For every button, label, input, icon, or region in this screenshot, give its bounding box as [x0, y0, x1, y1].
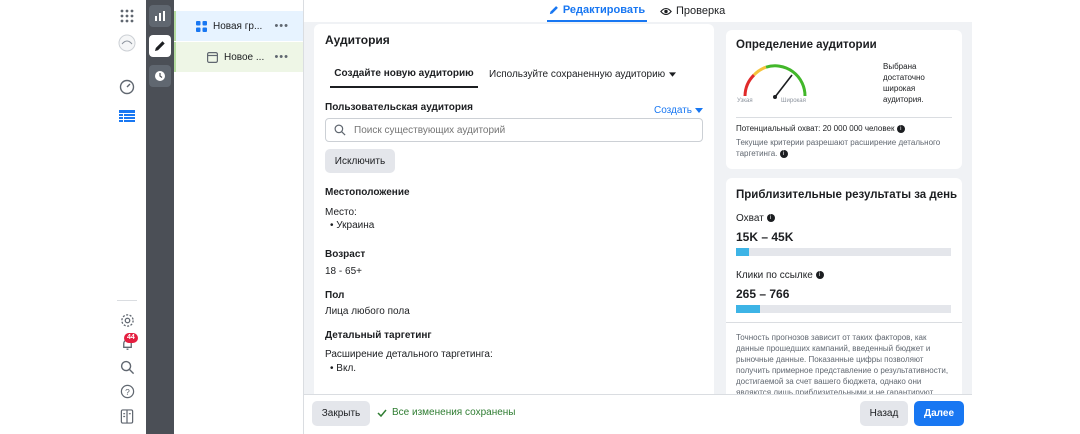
tree-item-ad[interactable]: Новое ... ••• [174, 42, 303, 72]
ad-document-icon [207, 51, 218, 63]
info-icon[interactable]: i [766, 214, 775, 223]
targeting-value: Вкл. [336, 363, 357, 374]
tree-item-label: Новая гр... [213, 20, 263, 32]
gauge-narrow-label: Узкая [737, 98, 753, 104]
create-audience-dropdown[interactable]: Создать [654, 105, 704, 116]
notifications-badge: 44 [124, 333, 138, 343]
more-options-icon[interactable]: ••• [274, 51, 289, 63]
clicks-progress-bar [736, 305, 951, 313]
svg-text:?: ? [125, 386, 130, 396]
report-problem-icon[interactable] [117, 406, 137, 426]
tab-saved-audience[interactable]: Используйте сохраненную аудиторию [489, 60, 677, 88]
tool-column [146, 0, 174, 434]
campaign-tree-panel: Новая гр... ••• Новое ... ••• [174, 0, 304, 434]
settings-gear-icon[interactable] [117, 310, 137, 330]
caret-down-icon [669, 71, 677, 77]
potential-reach-text: Потенциальный охват: 20 000 000 человек [736, 124, 895, 133]
search-icon[interactable] [117, 357, 137, 377]
clicks-label-row: Клики по ссылке i [736, 270, 824, 281]
reach-progress-fill [736, 248, 749, 256]
caret-down-icon [695, 108, 704, 113]
info-icon[interactable]: i [779, 149, 788, 158]
clicks-progress-fill [736, 305, 760, 313]
targeting-label: Расширение детального таргетинга: [325, 349, 493, 360]
ads-manager-table-icon[interactable] [117, 107, 137, 127]
info-icon[interactable]: i [896, 124, 905, 133]
more-options-icon[interactable]: ••• [274, 20, 289, 32]
targeting-heading: Детальный таргетинг [325, 330, 432, 341]
search-icon [334, 124, 346, 136]
audience-search-input[interactable] [354, 124, 684, 136]
age-value: 18 - 65+ [325, 266, 362, 277]
gauge-description: Выбрана достаточно широкая аудитория. [883, 62, 925, 104]
audience-size-gauge-icon [743, 64, 807, 99]
custom-audience-label: Пользовательская аудитория [325, 102, 473, 113]
potential-reach: Потенциальный охват: 20 000 000 человек … [736, 123, 905, 134]
tab-review-label: Проверка [676, 5, 726, 17]
exclude-button[interactable]: Исключить [325, 149, 395, 173]
criteria-note-text: Текущие критерии разрешают расширение де… [736, 138, 941, 158]
location-bullet: • Украина [330, 220, 375, 231]
saved-status-text: Все изменения сохранены [392, 407, 516, 418]
estimates-divider [726, 322, 962, 323]
criteria-note: Текущие критерии разрешают расширение де… [736, 137, 951, 159]
adset-grid-icon [196, 20, 207, 32]
clicks-label: Клики по ссылке [736, 270, 813, 281]
next-button[interactable]: Далее [914, 401, 964, 426]
definition-title: Определение аудитории [736, 39, 877, 51]
age-heading: Возраст [325, 249, 366, 260]
edit-pencil-tool-icon[interactable] [149, 35, 171, 57]
tab-saved-audience-label: Используйте сохраненную аудиторию [489, 68, 666, 80]
checkmark-icon [377, 409, 387, 417]
info-icon[interactable]: i [815, 271, 824, 280]
reach-progress-bar [736, 248, 951, 256]
gender-value: Лица любого пола [325, 306, 410, 317]
estimates-disclaimer: Точность прогнозов зависит от таких факт… [736, 333, 949, 394]
reach-label-row: Охват i [736, 213, 775, 224]
reach-value: 15K – 45K [736, 230, 794, 244]
create-link-label: Создать [654, 105, 693, 116]
gauge-wide-label: Широкая [781, 98, 806, 104]
location-value: Украина [336, 220, 375, 231]
reach-label: Охват [736, 213, 764, 224]
location-label: Место: [325, 207, 357, 218]
estimates-title: Приблизительные результаты за день [736, 189, 958, 201]
tab-create-new-audience[interactable]: Создайте новую аудиторию [330, 60, 478, 88]
tree-item-adset[interactable]: Новая гр... ••• [174, 11, 303, 41]
apps-grid-icon[interactable] [117, 6, 137, 26]
tab-edit[interactable]: Редактировать [547, 0, 647, 22]
gender-heading: Пол [325, 290, 345, 301]
back-button[interactable]: Назад [860, 401, 908, 426]
dashboard-gauge-icon[interactable] [117, 77, 137, 97]
eye-icon [660, 7, 672, 15]
history-clock-tool-icon[interactable] [149, 65, 171, 87]
tab-edit-label: Редактировать [562, 4, 646, 16]
pencil-icon [549, 6, 558, 15]
charts-tool-icon[interactable] [149, 5, 171, 27]
help-icon[interactable]: ? [117, 381, 137, 401]
targeting-bullet: • Вкл. [330, 363, 357, 374]
definition-divider [736, 117, 952, 118]
clicks-value: 265 – 766 [736, 287, 790, 301]
saved-status: Все изменения сохранены [377, 407, 515, 418]
close-button[interactable]: Закрыть [312, 401, 370, 426]
rail-divider [117, 300, 137, 301]
profile-avatar-icon[interactable] [117, 33, 137, 53]
tab-review[interactable]: Проверка [660, 0, 725, 22]
tree-item-label: Новое ... [224, 51, 265, 63]
audience-search-field[interactable] [325, 118, 703, 142]
app-rail: 44 ? [0, 0, 146, 434]
location-heading: Местоположение [325, 187, 410, 198]
audience-title: Аудитория [325, 33, 390, 47]
